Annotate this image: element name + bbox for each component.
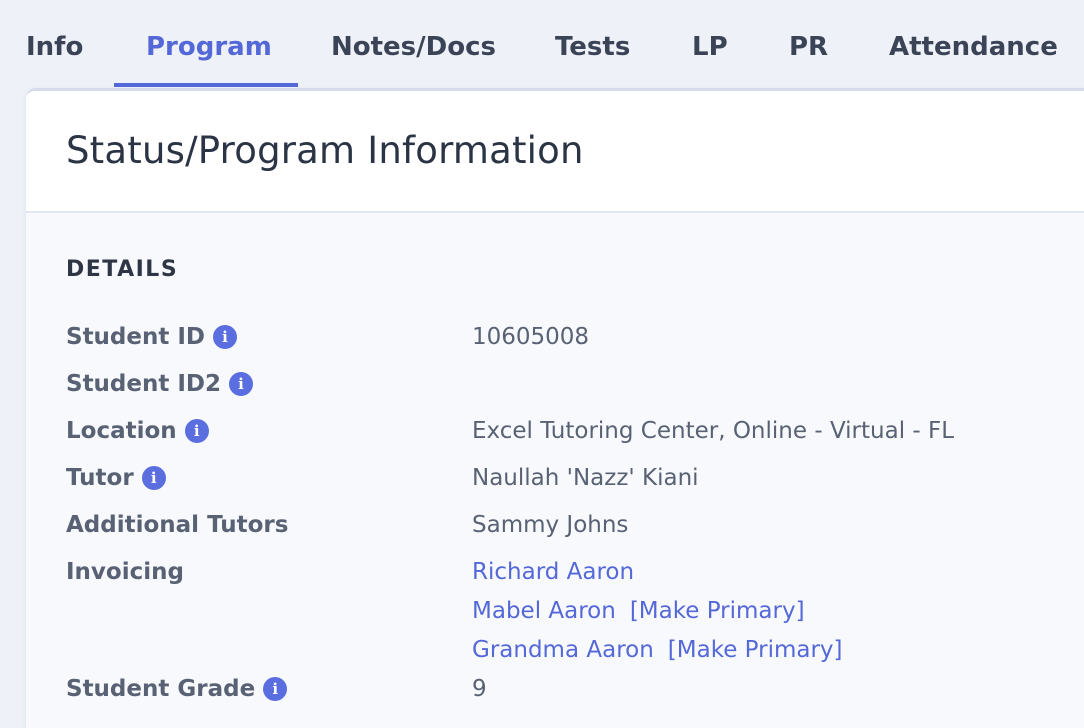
tab-info[interactable]: Info [26,30,83,64]
info-icon[interactable]: i [229,372,254,396]
info-icon[interactable]: i [184,419,209,443]
tab-pr[interactable]: PR [789,30,828,64]
invoice-contact-link[interactable]: Grandma Aaron [472,637,654,663]
additional-tutors-value: Sammy Johns [472,512,629,538]
detail-row-invoicing: Invoicing Richard Aaron Mabel Aaron [Make… [66,559,1066,679]
location-value: Excel Tutoring Center, Online - Virtual … [472,418,955,444]
make-primary-link[interactable]: [Make Primary] [668,637,843,663]
make-primary-link[interactable]: [Make Primary] [630,598,805,624]
active-tab-indicator [114,83,298,87]
invoice-contact-link[interactable]: Richard Aaron [472,559,634,585]
detail-row-tutor: Tutor i Naullah 'Nazz' Kiani [66,465,1066,495]
student-grade-label: Student Grade i [66,676,288,702]
details-heading: DETAILS [66,257,179,282]
student-id2-label: Student ID2 i [66,371,254,397]
invoicing-contact: Richard Aaron [472,559,634,585]
student-id2-label-text: Student ID2 [66,371,222,397]
student-grade-label-text: Student Grade [66,676,256,702]
invoicing-label: Invoicing [66,559,184,585]
card-header: Status/Program Information [26,91,1084,213]
student-grade-value: 9 [472,676,487,702]
tab-lp[interactable]: LP [692,30,728,64]
additional-tutors-label: Additional Tutors [66,512,288,538]
tab-tests[interactable]: Tests [555,30,630,64]
student-id-value: 10605008 [472,324,590,350]
tutor-value: Naullah 'Nazz' Kiani [472,465,699,491]
invoicing-contact: Grandma Aaron [Make Primary] [472,637,843,663]
tab-program[interactable]: Program [146,30,272,64]
student-id-label: Student ID i [66,324,238,350]
info-icon[interactable]: i [141,466,166,490]
student-id-label-text: Student ID [66,324,206,350]
page-title: Status/Program Information [66,129,584,172]
program-info-card: Status/Program Information DETAILS Stude… [26,88,1084,728]
info-icon[interactable]: i [213,325,238,349]
detail-row-location: Location i Excel Tutoring Center, Online… [66,418,1066,448]
additional-tutors-label-text: Additional Tutors [66,512,289,538]
tab-bar: Info Program Notes/Docs Tests LP PR Atte… [0,0,1084,88]
location-label: Location i [66,418,209,444]
invoicing-label-text: Invoicing [66,559,184,585]
detail-row-additional-tutors: Additional Tutors Sammy Johns [66,512,1066,542]
tutor-label: Tutor i [66,465,166,491]
invoicing-contact: Mabel Aaron [Make Primary] [472,598,805,624]
tab-notes-docs[interactable]: Notes/Docs [331,30,496,64]
tab-attendance[interactable]: Attendance [889,30,1058,64]
detail-row-student-id: Student ID i 10605008 [66,324,1066,354]
invoice-contact-link[interactable]: Mabel Aaron [472,598,616,624]
detail-row-student-id2: Student ID2 i [66,371,1066,401]
tutor-label-text: Tutor [66,465,134,491]
location-label-text: Location [66,418,177,444]
detail-row-student-grade: Student Grade i 9 [66,676,1066,706]
info-icon[interactable]: i [263,677,288,701]
